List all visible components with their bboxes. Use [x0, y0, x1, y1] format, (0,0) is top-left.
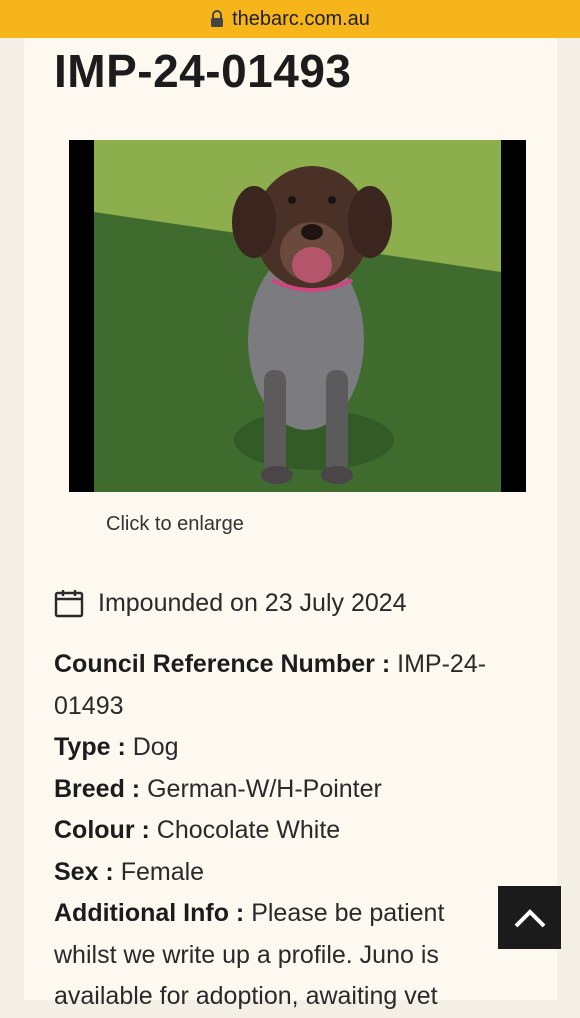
detail-label: Colour : [54, 816, 150, 844]
detail-breed: Breed : German-W/H-Pointer [54, 769, 534, 811]
url-text: thebarc.com.au [232, 7, 370, 30]
detail-value: Chocolate White [156, 816, 341, 844]
detail-label: Breed : [54, 774, 141, 803]
page-title: IMP-24-01493 [54, 45, 352, 97]
detail-label: Type : [54, 733, 126, 761]
calendar-icon [54, 590, 84, 618]
animal-details: Council Reference Number : IMP-24- 01493… [54, 644, 534, 1018]
detail-colour: Colour : Chocolate White [54, 810, 534, 852]
detail-value: German-W/H-Pointer [147, 774, 382, 803]
detail-value: whilst we write up a profile. Juno is [54, 940, 439, 969]
detail-label: Council Reference Number : [54, 650, 391, 678]
detail-value: 01493 [54, 691, 124, 720]
detail-label: Sex : [54, 857, 114, 886]
detail-value: Please be patient [251, 899, 445, 927]
browser-url-bar[interactable]: thebarc.com.au [0, 0, 580, 38]
detail-value: Female [120, 857, 205, 886]
impounded-date: Impounded on 23 July 2024 [54, 588, 407, 618]
detail-value: IMP-24- [397, 650, 487, 678]
detail-label: Additional Info : [54, 899, 245, 927]
dog-photo-illustration [94, 140, 501, 492]
detail-value: available for adoption, awaiting vet [54, 982, 438, 1010]
impounded-text: Impounded on 23 July 2024 [98, 588, 407, 617]
detail-value: Dog [132, 733, 179, 761]
chevron-up-icon [514, 908, 545, 927]
scroll-to-top-button[interactable] [498, 886, 561, 949]
detail-additional-info: Additional Info : Please be patient whil… [54, 893, 534, 1018]
detail-council-ref: Council Reference Number : IMP-24- 01493 [54, 644, 534, 727]
detail-sex: Sex : Female [54, 852, 534, 894]
detail-type: Type : Dog [54, 727, 534, 769]
dog-photo[interactable] [69, 140, 526, 492]
lock-icon [211, 10, 224, 27]
image-caption[interactable]: Click to enlarge [106, 513, 244, 536]
